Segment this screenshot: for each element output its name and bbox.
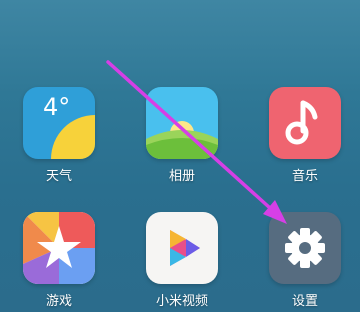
app-games[interactable]: 游戏: [23, 212, 95, 310]
gallery-icon[interactable]: [146, 87, 218, 159]
weather-temperature: 4°: [43, 93, 71, 121]
app-weather[interactable]: 4° 天气: [23, 87, 95, 185]
app-label-gallery: 相册: [168, 169, 195, 184]
games-icon[interactable]: [23, 212, 95, 284]
app-video[interactable]: 小米视频: [146, 212, 218, 310]
app-label-video: 小米视频: [155, 294, 208, 309]
app-music[interactable]: 音乐: [269, 87, 341, 185]
video-icon[interactable]: [146, 212, 218, 284]
app-label-games: 游戏: [45, 294, 72, 309]
app-label-settings: 设置: [291, 294, 318, 309]
music-icon[interactable]: [269, 87, 341, 159]
app-settings[interactable]: 设置: [269, 212, 341, 310]
settings-icon[interactable]: [269, 212, 341, 284]
app-label-music: 音乐: [291, 169, 318, 184]
app-label-weather: 天气: [45, 169, 72, 184]
weather-icon[interactable]: 4°: [23, 87, 95, 159]
app-gallery[interactable]: 相册: [146, 87, 218, 185]
